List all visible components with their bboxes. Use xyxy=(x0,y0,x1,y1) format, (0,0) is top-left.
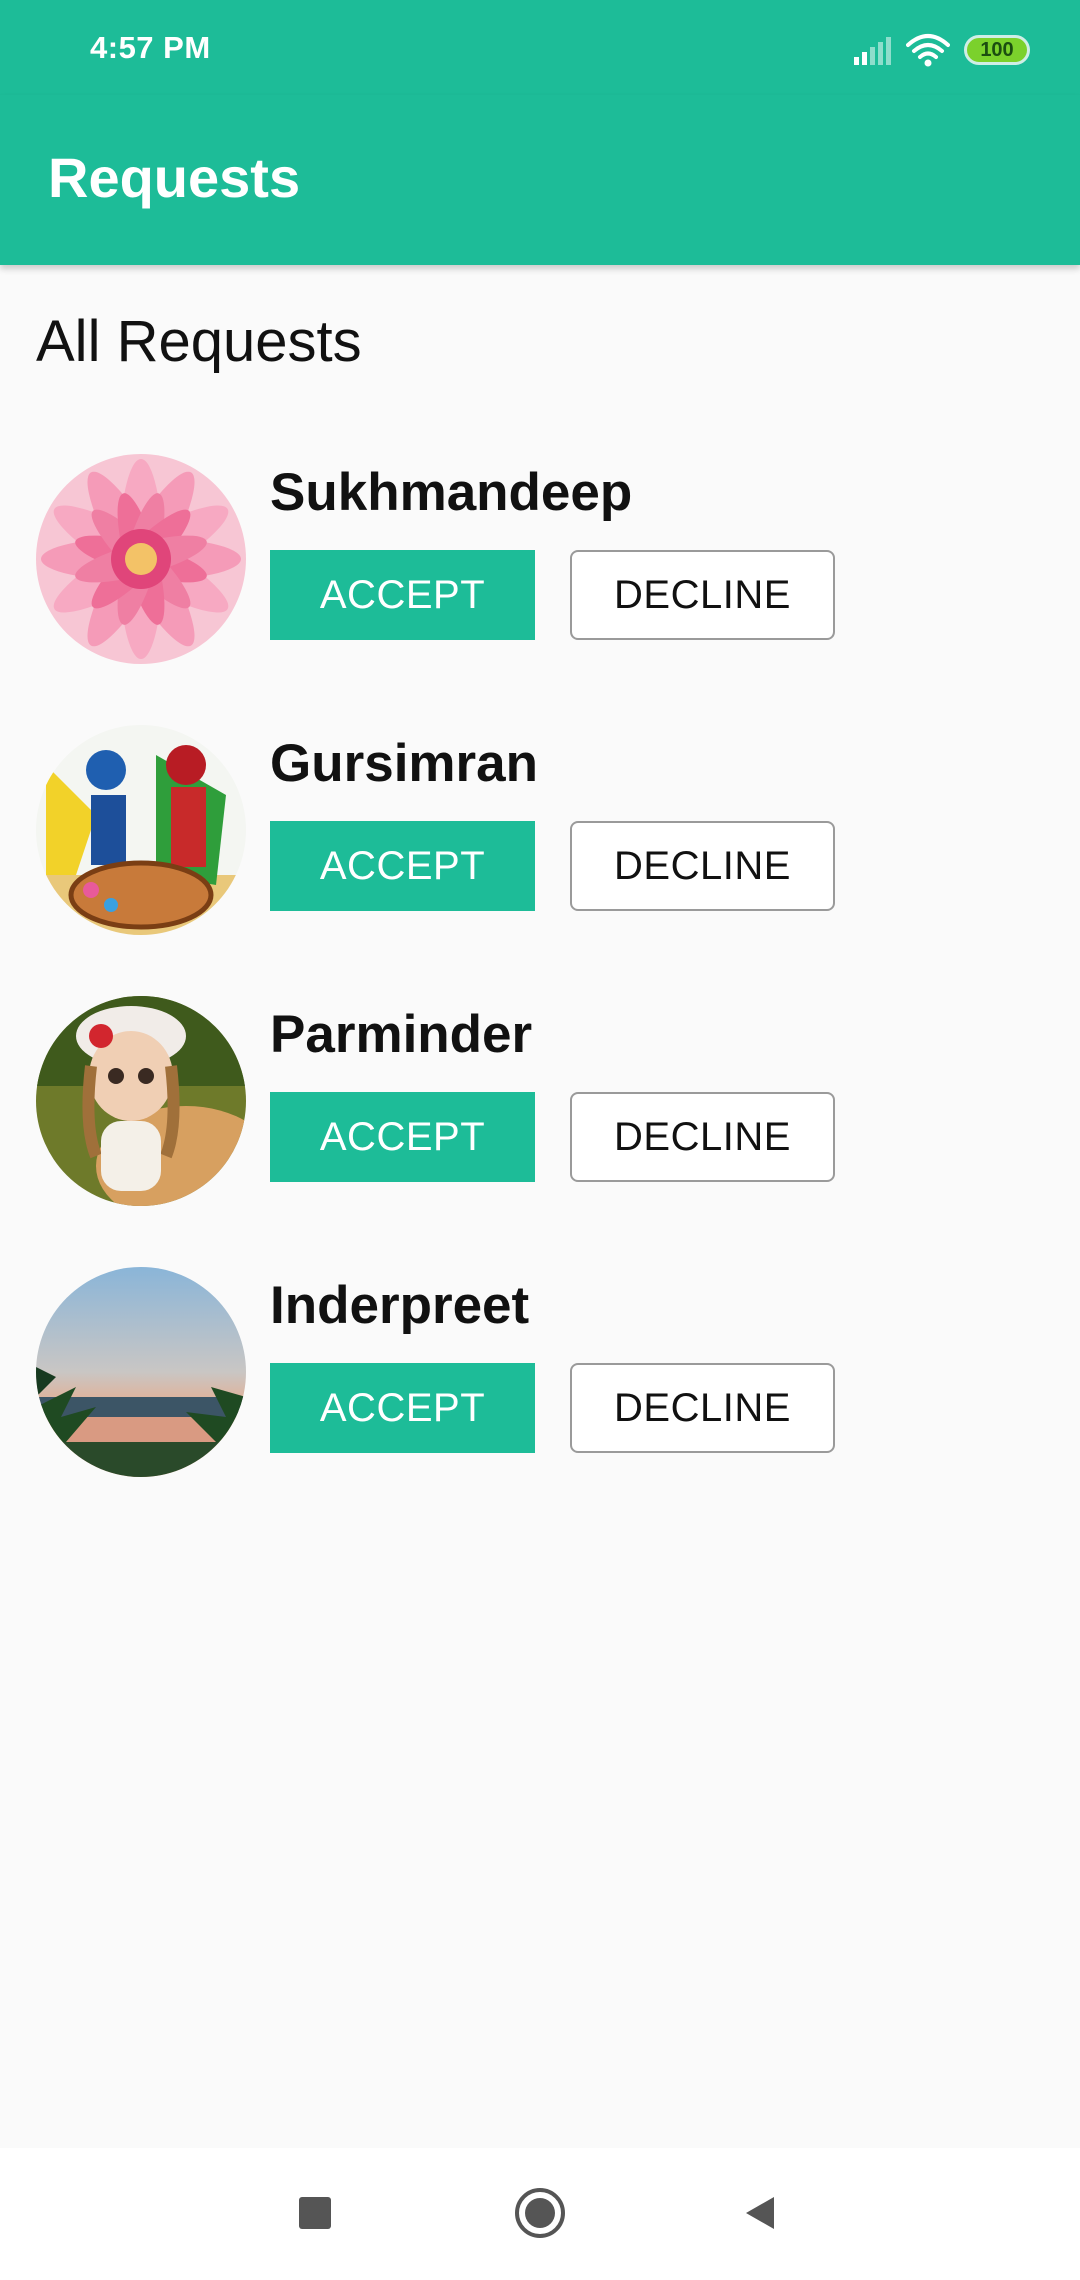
status-time: 4:57 PM xyxy=(90,30,211,65)
avatar[interactable] xyxy=(36,454,246,664)
avatar[interactable] xyxy=(36,996,246,1206)
back-triangle-icon[interactable] xyxy=(725,2178,795,2248)
battery-icon: 100 xyxy=(964,35,1030,65)
pink-flower-image xyxy=(36,454,246,664)
status-icons: 100 xyxy=(852,30,1030,70)
section-title: All Requests xyxy=(36,309,362,374)
decline-button[interactable]: DECLINE xyxy=(570,1363,835,1453)
battery-level: 100 xyxy=(980,38,1014,61)
sunset-lake-image xyxy=(36,1267,246,1477)
accept-button[interactable]: ACCEPT xyxy=(270,821,535,911)
request-item: Inderpreet ACCEPT DECLINE xyxy=(0,1263,1080,1534)
requester-name: Parminder xyxy=(270,1005,533,1064)
avatar[interactable] xyxy=(36,1267,246,1477)
decline-button[interactable]: DECLINE xyxy=(570,550,835,640)
bhangra-dancers-image xyxy=(36,725,246,935)
request-list: Sukhmandeep ACCEPT DECLINE Gursimran ACC… xyxy=(0,450,1080,1534)
avatar[interactable] xyxy=(36,725,246,935)
accept-button[interactable]: ACCEPT xyxy=(270,1092,535,1182)
requester-name: Gursimran xyxy=(270,734,539,793)
requester-name: Inderpreet xyxy=(270,1276,530,1335)
recents-square-icon[interactable] xyxy=(280,2178,350,2248)
request-item: Gursimran ACCEPT DECLINE xyxy=(0,721,1080,992)
app-bar: Requests xyxy=(0,95,1080,265)
requester-name: Sukhmandeep xyxy=(270,463,633,522)
home-circle-icon[interactable] xyxy=(505,2178,575,2248)
accept-button[interactable]: ACCEPT xyxy=(270,550,535,640)
page-title: Requests xyxy=(48,146,301,209)
navigation-bar xyxy=(0,2148,1080,2280)
request-item: Sukhmandeep ACCEPT DECLINE xyxy=(0,450,1080,721)
request-item: Parminder ACCEPT DECLINE xyxy=(0,992,1080,1263)
status-bar: 4:57 PM 100 xyxy=(0,0,1080,95)
accept-button[interactable]: ACCEPT xyxy=(270,1363,535,1453)
wifi-icon xyxy=(906,34,950,67)
doll-image xyxy=(36,996,246,1206)
decline-button[interactable]: DECLINE xyxy=(570,821,835,911)
signal-icon xyxy=(854,37,891,65)
decline-button[interactable]: DECLINE xyxy=(570,1092,835,1182)
